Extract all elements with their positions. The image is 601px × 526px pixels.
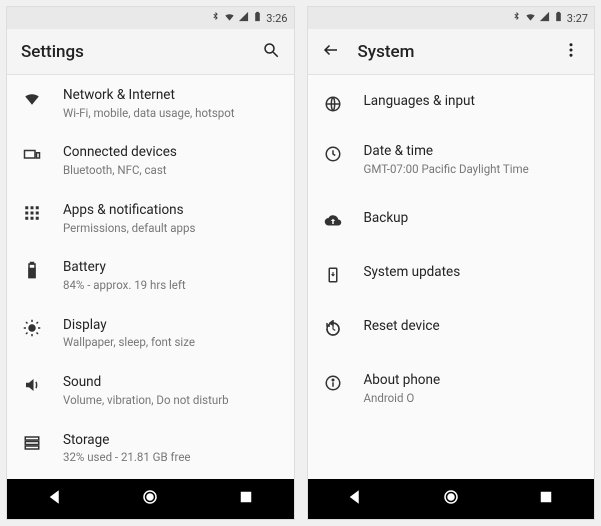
status-time: 3:26 — [266, 12, 287, 25]
back-icon[interactable] — [322, 41, 340, 63]
recents-nav-icon[interactable] — [537, 488, 555, 510]
home-nav-icon[interactable] — [442, 488, 460, 510]
system-list: Languages & input Date & time GMT-07:00 … — [308, 75, 595, 479]
overflow-icon[interactable] — [562, 41, 580, 63]
volume-icon — [21, 374, 43, 394]
row-title: Date & time — [364, 143, 581, 161]
row-title: Backup — [364, 210, 581, 228]
system-row-about[interactable]: About phone Android O — [308, 356, 595, 417]
wifi-icon — [21, 87, 43, 107]
app-bar: System — [308, 29, 595, 75]
devices-icon — [21, 144, 43, 164]
row-title: Languages & input — [364, 93, 581, 111]
phone-left: 3:26 Settings Network & Internet Wi-Fi, … — [6, 6, 295, 520]
settings-row-connected[interactable]: Connected devices Bluetooth, NFC, cast — [7, 132, 294, 189]
page-title: System — [358, 42, 545, 62]
phone-right: 3:27 System Languages & input Date & tim… — [307, 6, 596, 520]
row-title: Reset device — [364, 318, 581, 336]
signal-icon — [238, 11, 249, 25]
system-row-reset[interactable]: Reset device — [308, 302, 595, 356]
brightness-icon — [21, 317, 43, 337]
status-bar: 3:27 — [308, 7, 595, 29]
row-title: Storage — [63, 432, 280, 450]
settings-row-battery[interactable]: Battery 84% - approx. 19 hrs left — [7, 247, 294, 304]
storage-icon — [21, 432, 43, 452]
nav-bar — [7, 479, 294, 519]
wifi-icon — [525, 11, 536, 25]
battery-icon — [252, 11, 263, 25]
row-title: Connected devices — [63, 144, 280, 162]
settings-row-display[interactable]: Display Wallpaper, sleep, font size — [7, 305, 294, 362]
globe-icon — [322, 93, 344, 113]
system-row-backup[interactable]: Backup — [308, 194, 595, 248]
row-title: Apps & notifications — [63, 202, 280, 220]
settings-list: Network & Internet Wi-Fi, mobile, data u… — [7, 75, 294, 479]
page-title: Settings — [21, 42, 244, 62]
row-subtitle: Bluetooth, NFC, cast — [63, 163, 280, 178]
row-subtitle: Permissions, default apps — [63, 221, 280, 236]
clock-icon — [322, 143, 344, 163]
recents-nav-icon[interactable] — [237, 488, 255, 510]
row-subtitle: Wi-Fi, mobile, data usage, hotspot — [63, 106, 280, 121]
settings-row-storage[interactable]: Storage 32% used - 21.81 GB free — [7, 420, 294, 477]
info-icon — [322, 372, 344, 392]
nav-bar — [308, 479, 595, 519]
bluetooth-icon — [511, 11, 522, 25]
restore-icon — [322, 318, 344, 338]
back-nav-icon[interactable] — [346, 488, 364, 510]
settings-row-network[interactable]: Network & Internet Wi-Fi, mobile, data u… — [7, 75, 294, 132]
row-subtitle: Wallpaper, sleep, font size — [63, 335, 280, 350]
app-bar: Settings — [7, 29, 294, 75]
apps-icon — [21, 202, 43, 222]
status-time: 3:27 — [567, 12, 588, 25]
row-subtitle: GMT-07:00 Pacific Daylight Time — [364, 162, 581, 177]
row-title: Network & Internet — [63, 87, 280, 105]
row-subtitle: 32% used - 21.81 GB free — [63, 450, 280, 465]
settings-row-apps[interactable]: Apps & notifications Permissions, defaul… — [7, 190, 294, 247]
back-nav-icon[interactable] — [46, 488, 64, 510]
status-bar: 3:26 — [7, 7, 294, 29]
signal-icon — [539, 11, 550, 25]
row-title: Sound — [63, 374, 280, 392]
system-row-datetime[interactable]: Date & time GMT-07:00 Pacific Daylight T… — [308, 131, 595, 194]
row-subtitle: 84% - approx. 19 hrs left — [63, 278, 280, 293]
battery-icon — [21, 259, 43, 279]
system-row-languages[interactable]: Languages & input — [308, 75, 595, 131]
row-title: System updates — [364, 264, 581, 282]
home-nav-icon[interactable] — [141, 488, 159, 510]
system-update-icon — [322, 264, 344, 284]
row-subtitle: Android O — [364, 391, 581, 406]
settings-row-sound[interactable]: Sound Volume, vibration, Do not disturb — [7, 362, 294, 419]
cloud-upload-icon — [322, 210, 344, 230]
row-title: About phone — [364, 372, 581, 390]
row-subtitle: Volume, vibration, Do not disturb — [63, 393, 280, 408]
wifi-icon — [224, 11, 235, 25]
row-title: Battery — [63, 259, 280, 277]
bluetooth-icon — [210, 11, 221, 25]
battery-icon — [553, 11, 564, 25]
system-row-updates[interactable]: System updates — [308, 248, 595, 302]
search-icon[interactable] — [262, 41, 280, 63]
row-title: Display — [63, 317, 280, 335]
